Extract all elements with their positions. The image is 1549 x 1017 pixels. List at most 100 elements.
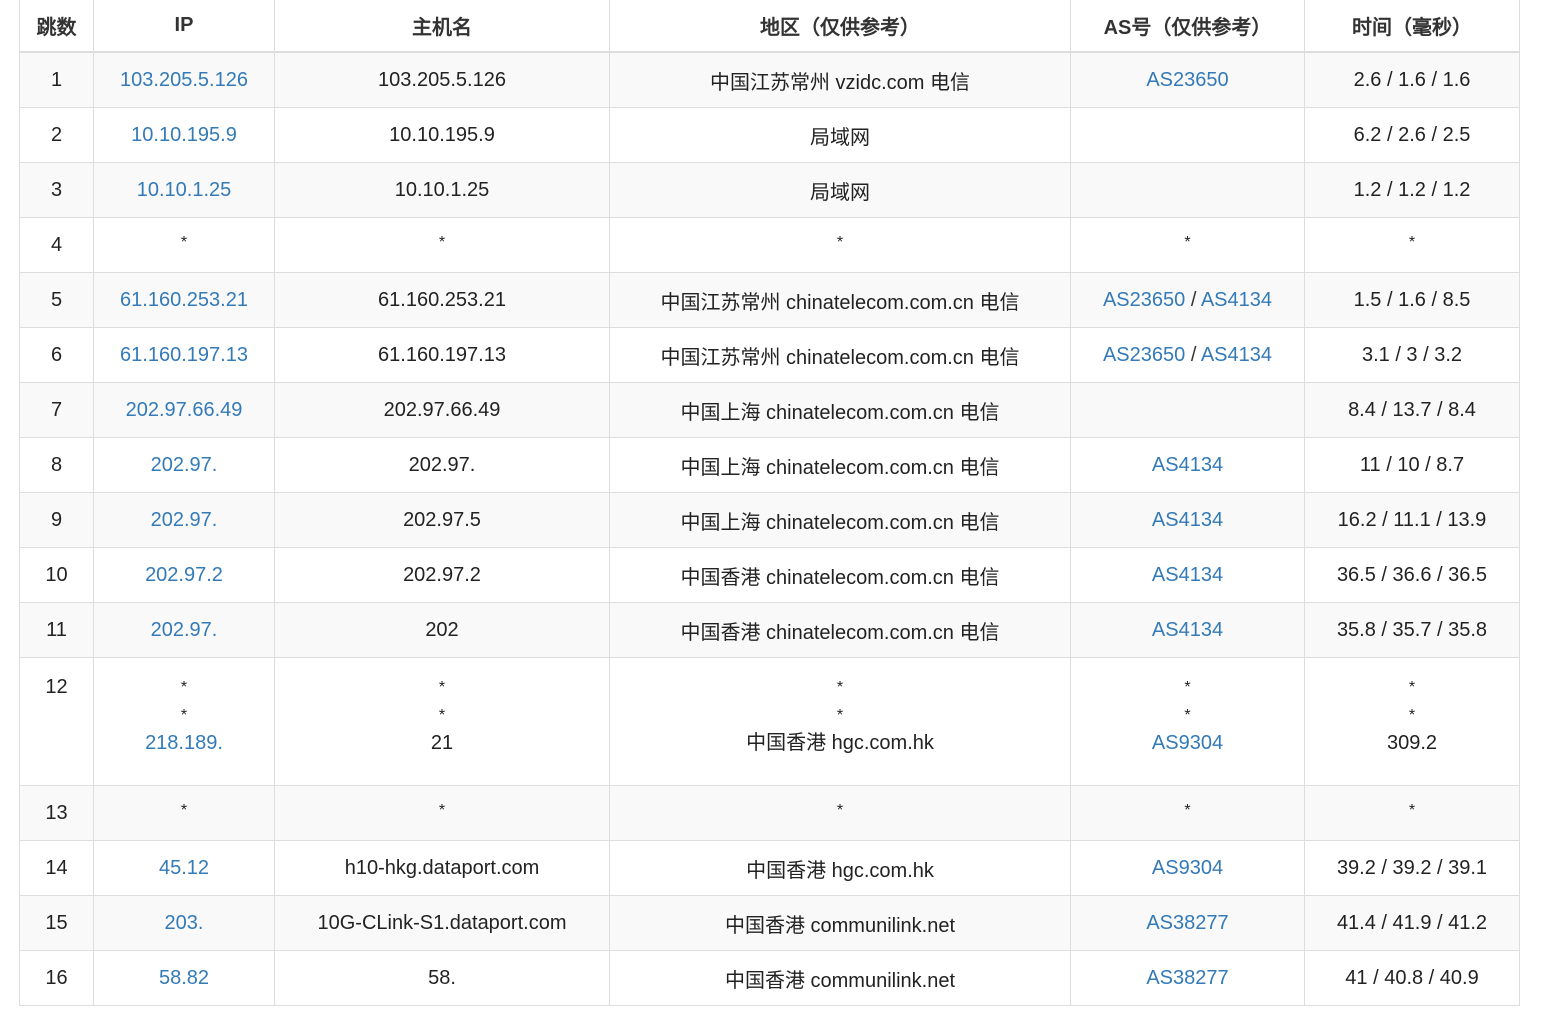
hostname-cell: 202.97.5	[274, 492, 610, 548]
hop-number: 5	[50, 288, 63, 311]
hostname-cell: 202.97.	[274, 437, 610, 493]
time-text: 11 / 10 / 8.7	[1359, 453, 1465, 476]
as-cell: AS4134	[1070, 437, 1305, 493]
timeout-star: *	[836, 801, 844, 819]
ip-cell: 10.10.1.25	[93, 162, 275, 218]
hop-cell: 5	[19, 272, 94, 328]
hostname-cell: *	[274, 217, 610, 273]
as-link[interactable]: AS38277	[1146, 912, 1228, 934]
ip-cell: 61.160.197.13	[93, 327, 275, 383]
hostname-cell: *	[274, 785, 610, 841]
ip-link[interactable]: 203.	[165, 912, 204, 934]
timeout-star: *	[438, 801, 446, 819]
header-region: 地区（仅供参考）	[609, 0, 1071, 53]
hostname-cell: 103.205.5.126	[274, 51, 610, 108]
ip-link[interactable]: 202.97.66.49	[126, 399, 243, 421]
time-text: 36.5 / 36.6 / 36.5	[1336, 563, 1488, 586]
timeout-star: *	[1184, 801, 1191, 819]
hostname-cell: 202.97.66.49	[274, 382, 610, 438]
time-cell: 1.5 / 1.6 / 8.5	[1304, 272, 1520, 328]
as-link[interactable]: AS4134	[1152, 454, 1223, 476]
hop-number: 12	[45, 676, 68, 698]
hop-cell: 16	[19, 950, 94, 1006]
region-text: 中国上海 chinatelecom.com.cn 电信	[680, 401, 1000, 424]
ip-cell: * * 218.189.	[93, 657, 275, 786]
hostname-cell: 61.160.253.21	[274, 272, 610, 328]
region-cell: 中国香港 communilink.net	[609, 895, 1071, 951]
hop-cell: 7	[19, 382, 94, 438]
as-cell: AS4134	[1070, 602, 1305, 658]
region-text: 中国香港 hgc.com.hk	[746, 859, 934, 882]
as-cell: AS23650 / AS4134	[1070, 327, 1305, 383]
ip-cell: 10.10.195.9	[93, 107, 275, 163]
header-hostname: 主机名	[274, 0, 610, 53]
ip-link[interactable]: 58.82	[159, 967, 209, 989]
ip-link[interactable]: 202.97.	[151, 454, 218, 476]
ip-link[interactable]: 10.10.1.25	[137, 179, 232, 201]
time-cell: 8.4 / 13.7 / 8.4	[1304, 382, 1520, 438]
timeout-star: *	[180, 801, 188, 819]
hostname-text: 202.97.2	[403, 563, 481, 586]
hostname-cell: 202.97.2	[274, 547, 610, 603]
cell-line: 中国香港 hgc.com.hk	[611, 728, 1070, 758]
timeout-star: *	[1184, 707, 1191, 724]
as-cell: AS9304	[1070, 840, 1305, 896]
as-link[interactable]: AS4134	[1201, 289, 1272, 311]
region-text: 中国香港 communilink.net	[724, 914, 956, 937]
header-time: 时间（毫秒）	[1304, 0, 1520, 53]
as-link[interactable]: AS9304	[1152, 857, 1223, 879]
hop-number: 15	[45, 911, 68, 934]
table-row: 16 58.82 58. 中国香港 communilink.net AS38277 41 …	[19, 950, 1520, 1006]
cell-line: *	[1072, 672, 1304, 700]
hop-number: 16	[45, 966, 68, 989]
as-link[interactable]: AS38277	[1146, 967, 1228, 989]
ip-link[interactable]: 61.160.253.21	[120, 289, 248, 311]
ip-link[interactable]: 202.97.	[151, 509, 218, 531]
as-link[interactable]: AS4134	[1152, 509, 1223, 531]
cell-line: *	[611, 672, 1070, 700]
table-row: 15 203. 10G-CLink-S1.dataport.com 中国香港 comm…	[19, 895, 1520, 951]
table-row: 5 61.160.253.21 61.160.253.21 中国江苏常州 chinat…	[19, 272, 1520, 328]
header-hop: 跳数	[19, 0, 94, 53]
ip-link[interactable]: 202.97.	[151, 619, 218, 641]
time-cell: 1.2 / 1.2 / 1.2	[1304, 162, 1520, 218]
region-cell: *	[609, 785, 1071, 841]
as-cell	[1070, 107, 1305, 163]
traceroute-table: 跳数 IP 主机名 地区（仅供参考） AS号（仅供参考） 时间（毫秒） 1 103…	[19, 0, 1520, 1006]
hostname-text: 202.97.5	[403, 508, 481, 531]
hop-number: 11	[46, 618, 67, 641]
ip-link[interactable]: 202.97.2	[145, 564, 223, 586]
hop-cell: 1	[19, 51, 94, 108]
hostname-text: 202.97.66.49	[383, 398, 501, 421]
as-cell: *	[1070, 217, 1305, 273]
as-link[interactable]: AS4134	[1152, 619, 1223, 641]
ip-link[interactable]: 103.205.5.126	[120, 69, 248, 91]
as-cell: AS38277	[1070, 950, 1305, 1006]
as-link[interactable]: AS4134	[1201, 344, 1272, 366]
time-cell: *	[1304, 785, 1520, 841]
timeout-star: *	[1408, 707, 1416, 724]
as-link[interactable]: AS23650	[1103, 344, 1185, 366]
timeout-star: *	[836, 233, 844, 251]
time-cell: 41.4 / 41.9 / 41.2	[1304, 895, 1520, 951]
ip-link[interactable]: 61.160.197.13	[120, 344, 248, 366]
hop-number: 14	[45, 856, 68, 879]
region-cell: *	[609, 217, 1071, 273]
timeout-star: *	[180, 707, 188, 724]
region-text: 局域网	[810, 181, 870, 204]
hop-cell: 8	[19, 437, 94, 493]
ip-link[interactable]: 10.10.195.9	[131, 124, 237, 146]
ip-link[interactable]: 218.189.	[145, 732, 223, 754]
hop-number: 9	[50, 508, 63, 531]
hop-number: 10	[45, 563, 68, 586]
region-cell: 中国江苏常州 vzidc.com 电信	[609, 51, 1071, 108]
ip-link[interactable]: 45.12	[159, 857, 209, 879]
as-link[interactable]: AS4134	[1152, 564, 1223, 586]
hop-cell: 9	[19, 492, 94, 548]
as-link[interactable]: AS23650	[1103, 289, 1185, 311]
as-link[interactable]: AS23650	[1146, 69, 1228, 91]
region-cell: 中国江苏常州 chinatelecom.com.cn 电信	[609, 272, 1071, 328]
as-link[interactable]: AS9304	[1152, 732, 1223, 754]
as-cell: AS4134	[1070, 547, 1305, 603]
as-cell: AS23650 / AS4134	[1070, 272, 1305, 328]
